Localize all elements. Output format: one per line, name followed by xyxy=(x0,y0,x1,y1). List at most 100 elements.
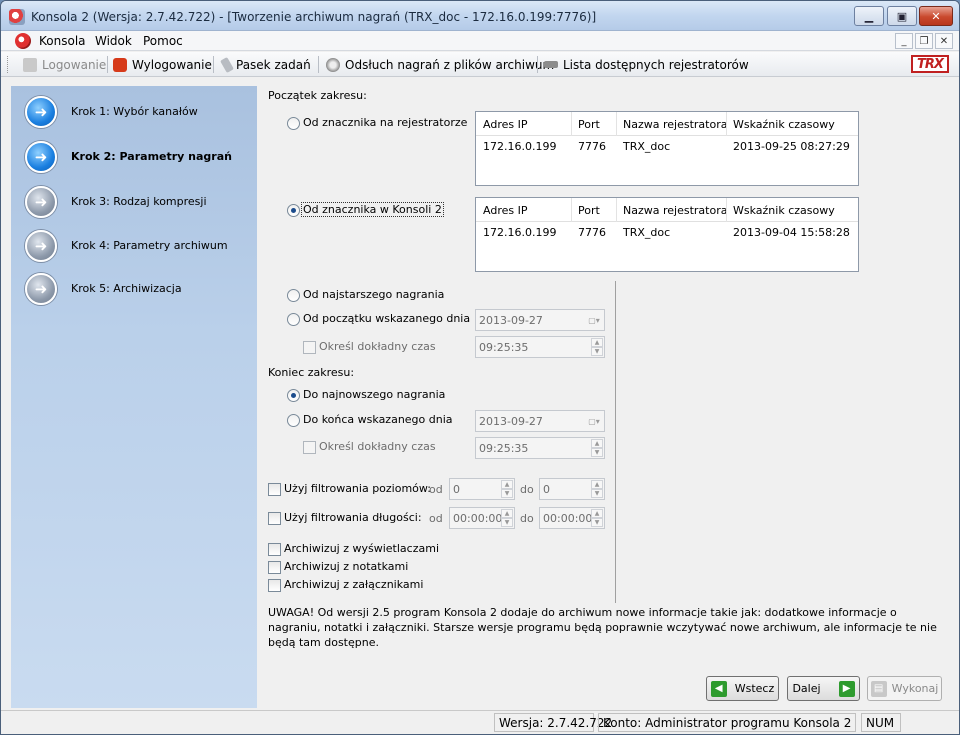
resize-grip[interactable] xyxy=(905,713,949,732)
end-date-value: 2013-09-27 xyxy=(479,415,543,428)
status-bar: Wersja: 2.7.42.722 Konto: Administrator … xyxy=(1,710,959,734)
spinner-icon[interactable]: ▲ ▼ xyxy=(591,480,603,498)
col-timestamp[interactable]: Wskaźnik czasowy xyxy=(733,204,835,217)
cell-ip[interactable]: 172.16.0.199 xyxy=(483,140,556,153)
close-button[interactable]: ✕ xyxy=(919,6,953,26)
cell-timestamp[interactable]: 2013-09-25 08:27:29 xyxy=(733,140,850,153)
radio-from-day-start[interactable] xyxy=(287,313,300,326)
cell-port[interactable]: 7776 xyxy=(578,226,606,239)
radio-to-newest-label[interactable]: Do najnowszego nagrania xyxy=(303,388,445,401)
calendar-dropdown-icon[interactable]: ▢▾ xyxy=(586,313,602,327)
archive-notes-label[interactable]: Archiwizuj z notatkami xyxy=(284,560,408,573)
end-date-picker[interactable]: 2013-09-27 ▢▾ xyxy=(475,410,605,432)
recorders-list-button[interactable]: Lista dostępnych rejestratorów xyxy=(544,56,749,73)
execute-button[interactable]: ▤ Wykonaj xyxy=(867,676,942,701)
col-sep xyxy=(571,112,572,136)
recorders-label: Lista dostępnych rejestratorów xyxy=(563,57,749,72)
col-sep xyxy=(616,112,617,136)
mdi-minimize-icon[interactable]: _ xyxy=(895,33,913,49)
arrow-right-icon: ➜ xyxy=(25,273,57,305)
radio-from-console-label[interactable]: Od znacznika w Konsoli 2 xyxy=(301,202,444,217)
radio-from-oldest[interactable] xyxy=(287,289,300,302)
radio-from-console-marker[interactable] xyxy=(287,204,300,217)
app-window: Konsola 2 (Wersja: 2.7.42.722) - [Tworze… xyxy=(0,0,960,735)
toolbar-separator xyxy=(213,56,214,73)
spinner-icon[interactable]: ▲ ▼ xyxy=(591,509,603,527)
step-1[interactable]: ➜ Krok 1: Wybór kanałów xyxy=(25,95,198,129)
step-2[interactable]: ➜ Krok 2: Parametry nagrań xyxy=(25,140,232,174)
step-5[interactable]: ➜ Krok 5: Archiwizacja xyxy=(25,272,182,306)
spinner-icon[interactable]: ▲ ▼ xyxy=(591,439,603,457)
length-filter-checkbox[interactable] xyxy=(268,512,281,525)
archive-attachments-checkbox[interactable] xyxy=(268,579,281,592)
level-filter-label[interactable]: Użyj filtrowania poziomów: xyxy=(284,482,431,495)
logout-button[interactable]: Wylogowanie xyxy=(113,56,212,73)
menu-pomoc[interactable]: Pomoc xyxy=(143,34,183,48)
col-port[interactable]: Port xyxy=(578,118,600,131)
length-filter-label[interactable]: Użyj filtrowania długości: xyxy=(284,511,422,524)
mdi-close-icon[interactable]: ✕ xyxy=(935,33,953,49)
level-from-field[interactable]: 0 ▲ ▼ xyxy=(449,478,515,500)
radio-to-day-end-label[interactable]: Do końca wskazanego dnia xyxy=(303,413,453,426)
app-icon xyxy=(9,9,25,25)
warning-line-3: będą tam dostępne. xyxy=(268,636,379,649)
cell-name[interactable]: TRX_doc xyxy=(623,140,670,153)
col-name[interactable]: Nazwa rejestratora xyxy=(623,118,727,131)
end-exact-time-checkbox[interactable] xyxy=(303,441,316,454)
app-menu-icon[interactable] xyxy=(15,33,31,49)
step-4[interactable]: ➜ Krok 4: Parametry archiwum xyxy=(25,229,228,263)
cell-timestamp[interactable]: 2013-09-04 15:58:28 xyxy=(733,226,850,239)
level-filter-checkbox[interactable] xyxy=(268,483,281,496)
spinner-icon[interactable]: ▲ ▼ xyxy=(591,338,603,356)
start-exact-time-label[interactable]: Określ dokładny czas xyxy=(319,340,436,353)
archive-displays-checkbox[interactable] xyxy=(268,543,281,556)
console-marker-grid[interactable]: Adres IP Port Nazwa rejestratora Wskaźni… xyxy=(475,197,859,272)
length-from-field[interactable]: 00:00:00 ▲ ▼ xyxy=(449,507,515,529)
radio-from-recorder-marker[interactable] xyxy=(287,117,300,130)
radio-from-day-start-label[interactable]: Od początku wskazanego dnia xyxy=(303,312,470,325)
length-to-label: do xyxy=(520,512,534,525)
end-time-field[interactable]: 09:25:35 ▲ ▼ xyxy=(475,437,605,459)
back-label: Wstecz xyxy=(734,682,775,695)
radio-from-oldest-label[interactable]: Od najstarszego nagrania xyxy=(303,288,444,301)
playback-button[interactable]: Odsłuch nagrań z plików archiwum xyxy=(326,56,554,73)
spinner-icon[interactable]: ▲ ▼ xyxy=(501,509,513,527)
step-3-label: Krok 3: Rodzaj kompresji xyxy=(71,195,207,208)
step-3[interactable]: ➜ Krok 3: Rodzaj kompresji xyxy=(25,185,207,219)
col-ip[interactable]: Adres IP xyxy=(483,204,527,217)
col-sep xyxy=(571,198,572,222)
archive-displays-label[interactable]: Archiwizuj z wyświetlaczami xyxy=(284,542,439,555)
cell-port[interactable]: 7776 xyxy=(578,140,606,153)
next-button[interactable]: Dalej ▶ xyxy=(787,676,860,701)
level-to-field[interactable]: 0 ▲ ▼ xyxy=(539,478,605,500)
archive-notes-checkbox[interactable] xyxy=(268,561,281,574)
archive-attachments-label[interactable]: Archiwizuj z załącznikami xyxy=(284,578,423,591)
end-exact-time-label[interactable]: Określ dokładny czas xyxy=(319,440,436,453)
start-exact-time-checkbox[interactable] xyxy=(303,341,316,354)
col-port[interactable]: Port xyxy=(578,204,600,217)
spinner-icon[interactable]: ▲ ▼ xyxy=(501,480,513,498)
toolbar-grip[interactable] xyxy=(7,56,10,73)
version-warning: UWAGA! Od wersji 2.5 program Konsola 2 d… xyxy=(268,605,937,650)
mdi-restore-icon[interactable]: ❐ xyxy=(915,33,933,49)
col-name[interactable]: Nazwa rejestratora xyxy=(623,204,727,217)
menu-konsola[interactable]: Konsola xyxy=(39,34,86,48)
cell-ip[interactable]: 172.16.0.199 xyxy=(483,226,556,239)
minimize-button[interactable]: ▁ xyxy=(854,6,884,26)
col-ip[interactable]: Adres IP xyxy=(483,118,527,131)
radio-to-day-end[interactable] xyxy=(287,414,300,427)
recorder-marker-grid[interactable]: Adres IP Port Nazwa rejestratora Wskaźni… xyxy=(475,111,859,186)
back-button[interactable]: ◀ Wstecz xyxy=(706,676,779,701)
maximize-button[interactable]: ▣ xyxy=(887,6,917,26)
start-date-picker[interactable]: 2013-09-27 ▢▾ xyxy=(475,309,605,331)
col-timestamp[interactable]: Wskaźnik czasowy xyxy=(733,118,835,131)
taskbar-button[interactable]: Pasek zadań xyxy=(220,56,311,73)
radio-to-newest[interactable] xyxy=(287,389,300,402)
radio-from-recorder-label[interactable]: Od znacznika na rejestratorze xyxy=(303,116,467,129)
start-time-field[interactable]: 09:25:35 ▲ ▼ xyxy=(475,336,605,358)
length-to-field[interactable]: 00:00:00 ▲ ▼ xyxy=(539,507,605,529)
login-button[interactable]: Logowanie xyxy=(23,56,106,73)
menu-widok[interactable]: Widok xyxy=(95,34,132,48)
calendar-dropdown-icon[interactable]: ▢▾ xyxy=(586,414,602,428)
cell-name[interactable]: TRX_doc xyxy=(623,226,670,239)
